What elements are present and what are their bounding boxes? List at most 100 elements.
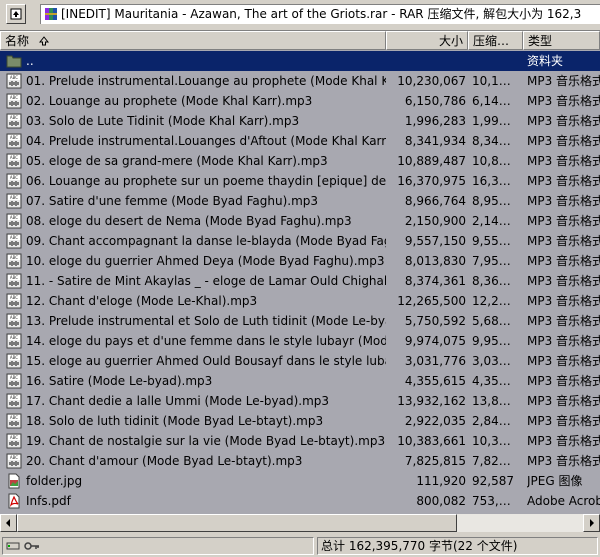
svg-text:ABC: ABC	[10, 335, 18, 340]
file-row[interactable]: ABC 18. Solo de luth tidinit (Mode Byad L…	[0, 411, 600, 431]
file-type: MP3 音乐格式	[527, 234, 600, 248]
file-name: 20. Chant d'amour (Mode Byad Le-btayt).m…	[26, 454, 303, 468]
sort-ascending-icon	[38, 36, 49, 46]
scroll-thumb[interactable]	[17, 514, 457, 532]
file-size: 10,230,067	[397, 74, 466, 88]
horizontal-scrollbar[interactable]	[0, 514, 600, 532]
column-packed[interactable]: 压缩…	[468, 31, 523, 50]
file-list[interactable]: 名称 大小 压缩… 类型 .. 资料夹 ABC 01. Prelude instrum…	[0, 30, 600, 514]
audio-file-icon: ABC	[6, 453, 22, 469]
column-name-label: 名称	[5, 34, 30, 48]
file-row[interactable]: ABC 09. Chant accompagnant la danse le-bl…	[0, 231, 600, 251]
svg-text:ABC: ABC	[10, 415, 18, 420]
file-row[interactable]: ABC 13. Prelude instrumental et Solo de L…	[0, 311, 600, 331]
file-row[interactable]: ABC 01. Prelude instrumental.Louange au p…	[0, 71, 600, 91]
archive-path-field[interactable]: [INEDIT] Mauritania - Azawan, The art of…	[40, 4, 600, 24]
scroll-left-button[interactable]	[0, 514, 17, 532]
file-row[interactable]: ABC 04. Prelude instrumental.Louanges d'A…	[0, 131, 600, 151]
file-row[interactable]: ABC 07. Satire d'une femme (Mode Byad Fag…	[0, 191, 600, 211]
file-size: 12,265,500	[397, 294, 466, 308]
svg-text:ABC: ABC	[10, 395, 18, 400]
audio-file-icon: ABC	[6, 93, 22, 109]
svg-text:ABC: ABC	[10, 255, 18, 260]
file-packed-size: 1,99…	[472, 114, 511, 128]
file-name: 17. Chant dedie a lalle Ummi (Mode Le-by…	[26, 394, 330, 408]
file-row[interactable]: folder.jpg 111,920 92,587 JPEG 图像	[0, 471, 600, 491]
file-type: MP3 音乐格式	[527, 134, 600, 148]
file-type: MP3 音乐格式	[527, 454, 600, 468]
file-size: 1,996,283	[404, 114, 466, 128]
parent-folder-row[interactable]: .. 资料夹	[0, 51, 600, 71]
file-row[interactable]: ABC 14. eloge du pays et d'une femme dans…	[0, 331, 600, 351]
arrow-right-icon	[590, 519, 594, 527]
audio-file-icon: ABC	[6, 73, 22, 89]
file-row[interactable]: ABC 06. Louange au prophete sur un poeme …	[0, 171, 600, 191]
file-size: 7,825,815	[404, 454, 466, 468]
file-row[interactable]: ABC 15. eloge au guerrier Ahmed Ould Bous…	[0, 351, 600, 371]
file-row[interactable]: ABC 08. eloge du desert de Nema (Mode Bya…	[0, 211, 600, 231]
arrow-left-icon	[6, 519, 10, 527]
audio-file-icon: ABC	[6, 253, 22, 269]
up-folder-button[interactable]	[6, 4, 26, 24]
file-row[interactable]: ABC 03. Solo de Lute Tidinit (Mode Khal K…	[0, 111, 600, 131]
file-name: 14. eloge du pays et d'une femme dans le…	[26, 334, 386, 348]
column-header: 名称 大小 压缩… 类型	[0, 31, 600, 50]
file-type: MP3 音乐格式	[527, 294, 600, 308]
file-name: 01. Prelude instrumental.Louange au prop…	[26, 74, 386, 88]
file-size: 4,355,615	[404, 374, 466, 388]
file-type: MP3 音乐格式	[527, 434, 600, 448]
file-type: MP3 音乐格式	[527, 354, 600, 368]
file-size: 9,557,150	[404, 234, 466, 248]
file-name: 12. Chant d'eloge (Mode Le-Khal).mp3	[26, 294, 258, 308]
file-packed-size: 3,03…	[472, 354, 511, 368]
audio-file-icon: ABC	[6, 213, 22, 229]
file-row[interactable]: ABC 10. eloge du guerrier Ahmed Deya (Mod…	[0, 251, 600, 271]
svg-text:ABC: ABC	[10, 315, 18, 320]
audio-file-icon: ABC	[6, 133, 22, 149]
audio-file-icon: ABC	[6, 313, 22, 329]
file-row[interactable]: ABC 20. Chant d'amour (Mode Byad Le-btayt…	[0, 451, 600, 471]
file-type: MP3 音乐格式	[527, 254, 600, 268]
file-row[interactable]: ABC 12. Chant d'eloge (Mode Le-Khal).mp3 1…	[0, 291, 600, 311]
file-row[interactable]: ABC 16. Satire (Mode Le-byad).mp3 4,355,61…	[0, 371, 600, 391]
file-name: 16. Satire (Mode Le-byad).mp3	[26, 374, 213, 388]
status-summary: 总计 162,395,770 字节(22 个文件)	[317, 537, 598, 555]
file-size: 10,383,661	[397, 434, 466, 448]
file-size: 9,974,075	[404, 334, 466, 348]
column-type[interactable]: 类型	[523, 31, 600, 50]
file-name: 05. eloge de sa grand-mere (Mode Khal Ka…	[26, 154, 328, 168]
file-type: MP3 音乐格式	[527, 374, 600, 388]
column-name[interactable]: 名称	[0, 31, 386, 50]
file-type: MP3 音乐格式	[527, 394, 600, 408]
file-row[interactable]: ABC 11. - Satire de Mint Akaylas _ - elog…	[0, 271, 600, 291]
file-type: MP3 音乐格式	[527, 314, 600, 328]
svg-text:ABC: ABC	[10, 215, 18, 220]
file-packed-size: 8,36…	[472, 274, 511, 288]
file-name: 06. Louange au prophete sur un poeme tha…	[26, 174, 386, 188]
file-name: 19. Chant de nostalgie sur la vie (Mode …	[26, 434, 386, 448]
file-packed-size: 10,3…	[472, 434, 511, 448]
file-size: 6,150,786	[404, 94, 466, 108]
file-packed-size: 9,55…	[472, 234, 511, 248]
svg-text:ABC: ABC	[10, 375, 18, 380]
scroll-right-button[interactable]	[583, 514, 600, 532]
address-bar: [INEDIT] Mauritania - Azawan, The art of…	[0, 0, 600, 28]
file-row[interactable]: ABC 17. Chant dedie a lalle Ummi (Mode Le…	[0, 391, 600, 411]
column-size[interactable]: 大小	[386, 31, 468, 50]
audio-file-icon: ABC	[6, 353, 22, 369]
file-size: 5,750,592	[404, 314, 466, 328]
file-row[interactable]: ABC 02. Louange au prophete (Mode Khal Ka…	[0, 91, 600, 111]
audio-file-icon: ABC	[6, 373, 22, 389]
file-row[interactable]: Infs.pdf 800,082 753,… Adobe Acrobat	[0, 491, 600, 511]
status-bar: 总计 162,395,770 字节(22 个文件)	[0, 535, 600, 557]
file-type: MP3 音乐格式	[527, 274, 600, 288]
file-type: JPEG 图像	[527, 474, 583, 488]
file-name: 18. Solo de luth tidinit (Mode Byad Le-b…	[26, 414, 324, 428]
svg-text:ABC: ABC	[10, 95, 18, 100]
file-packed-size: 7,82…	[472, 454, 511, 468]
file-row[interactable]: ABC 05. eloge de sa grand-mere (Mode Khal…	[0, 151, 600, 171]
file-packed-size: 10,1…	[472, 74, 511, 88]
audio-file-icon: ABC	[6, 433, 22, 449]
file-row[interactable]: ABC 19. Chant de nostalgie sur la vie (Mo…	[0, 431, 600, 451]
file-size	[388, 51, 466, 71]
